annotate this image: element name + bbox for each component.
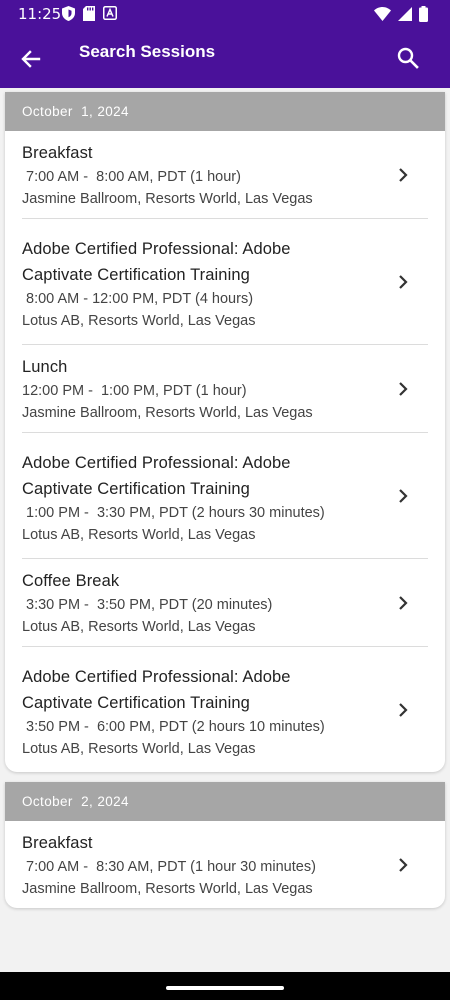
- session-location: Jasmine Ballroom, Resorts World, Las Veg…: [22, 191, 313, 207]
- status-time: 11:25: [18, 5, 62, 23]
- session-title: Adobe Certified Professional: Adobe: [22, 668, 291, 686]
- session-title: Adobe Certified Professional: Adobe: [22, 240, 291, 258]
- session-title: Coffee Break: [22, 572, 120, 590]
- session-title: Breakfast: [22, 834, 93, 852]
- session-row[interactable]: Adobe Certified Professional: Adobe Capti…: [22, 433, 428, 559]
- search-button[interactable]: [394, 44, 422, 72]
- session-location: Jasmine Ballroom, Resorts World, Las Veg…: [22, 405, 313, 421]
- session-title: Breakfast: [22, 144, 93, 162]
- page-title: Search Sessions: [79, 42, 216, 61]
- session-time: 12:00 PM - 1:00 PM, PDT (1 hour): [22, 383, 247, 399]
- day-header: October 1, 2024: [5, 92, 445, 131]
- session-location: Lotus AB, Resorts World, Las Vegas: [22, 313, 256, 329]
- session-location: Jasmine Ballroom, Resorts World, Las Veg…: [22, 881, 313, 897]
- day-card: October 1, 2024 Breakfast 7:00 AM - 8:00 …: [5, 92, 445, 772]
- session-row[interactable]: Adobe Certified Professional: Adobe Capti…: [22, 647, 428, 772]
- app-bar: Search Sessions: [0, 28, 450, 88]
- arrow-left-icon: [21, 50, 41, 68]
- system-nav-bar: [0, 972, 450, 1000]
- session-location: Lotus AB, Resorts World, Las Vegas: [22, 527, 256, 543]
- day-card: October 2, 2024 Breakfast 7:00 AM - 8:30 …: [5, 782, 445, 908]
- session-title: Adobe Certified Professional: Adobe: [22, 454, 291, 472]
- chevron-right-icon[interactable]: [394, 166, 412, 184]
- session-row[interactable]: Adobe Certified Professional: Adobe Capti…: [22, 219, 428, 345]
- sd-card-icon: [83, 6, 95, 21]
- session-location: Lotus AB, Resorts World, Las Vegas: [22, 619, 256, 635]
- chevron-right-icon[interactable]: [394, 273, 412, 291]
- home-gesture-handle[interactable]: [166, 986, 284, 990]
- chevron-right-icon[interactable]: [394, 487, 412, 505]
- signal-icon: [398, 7, 412, 21]
- chevron-right-icon[interactable]: [394, 594, 412, 612]
- session-row[interactable]: Coffee Break 3:30 PM - 3:50 PM, PDT (20 …: [22, 559, 428, 647]
- wifi-icon: [374, 7, 391, 21]
- day-header: October 2, 2024: [5, 782, 445, 821]
- search-icon: [397, 47, 419, 69]
- app-a-icon: [103, 6, 117, 20]
- session-time: 7:00 AM - 8:00 AM, PDT (1 hour): [22, 169, 241, 185]
- session-title: Captivate Certification Training: [22, 266, 250, 284]
- battery-icon: [419, 6, 428, 22]
- session-time: 3:50 PM - 6:00 PM, PDT (2 hours 10 minut…: [22, 719, 325, 735]
- session-row[interactable]: Breakfast 7:00 AM - 8:30 AM, PDT (1 hour…: [22, 821, 428, 908]
- chevron-right-icon[interactable]: [394, 380, 412, 398]
- session-title: Captivate Certification Training: [22, 694, 250, 712]
- session-time: 8:00 AM - 12:00 PM, PDT (4 hours): [22, 291, 254, 307]
- session-list[interactable]: October 1, 2024 Breakfast 7:00 AM - 8:00 …: [0, 88, 450, 972]
- session-row[interactable]: Breakfast 7:00 AM - 8:00 AM, PDT (1 hour…: [22, 131, 428, 219]
- session-title: Lunch: [22, 358, 68, 376]
- session-time: 3:30 PM - 3:50 PM, PDT (20 minutes): [22, 597, 273, 613]
- session-time: 7:00 AM - 8:30 AM, PDT (1 hour 30 minute…: [22, 859, 316, 875]
- status-bar: 11:25: [0, 0, 450, 28]
- session-row[interactable]: Lunch 12:00 PM - 1:00 PM, PDT (1 hour) Jas…: [22, 345, 428, 433]
- session-time: 1:00 PM - 3:30 PM, PDT (2 hours 30 minut…: [22, 505, 325, 521]
- back-button[interactable]: [16, 44, 46, 74]
- session-title: Captivate Certification Training: [22, 480, 250, 498]
- chevron-right-icon[interactable]: [394, 856, 412, 874]
- chevron-right-icon[interactable]: [394, 701, 412, 719]
- shield-icon: [62, 6, 75, 21]
- session-location: Lotus AB, Resorts World, Las Vegas: [22, 741, 256, 757]
